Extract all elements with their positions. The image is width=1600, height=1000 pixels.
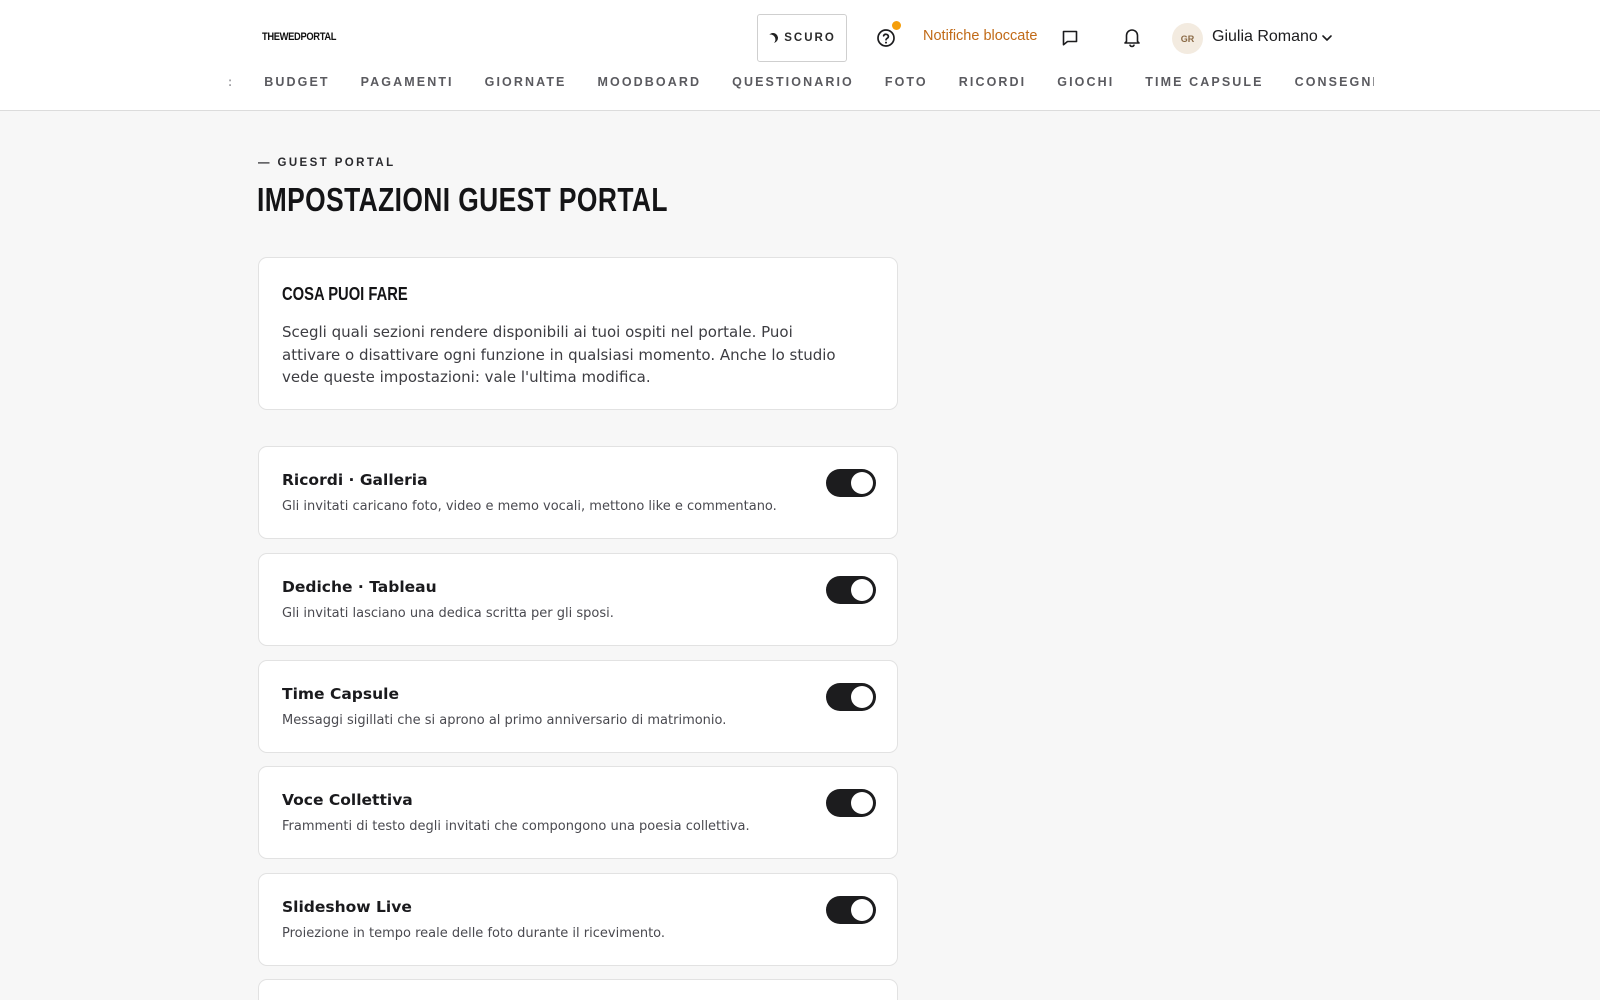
brand-logo[interactable]: THEWEDPORTAL: [262, 31, 337, 43]
feature-toggle-ricordi-galleria[interactable]: [826, 469, 876, 497]
toggle-knob: [851, 579, 873, 601]
chat-bubble-icon: [1062, 30, 1078, 46]
dark-mode-button[interactable]: SCURO: [757, 14, 847, 62]
toggle-knob: [851, 472, 873, 494]
main-nav: : BUDGET PAGAMENTI GIORNATE MOODBOARD QUESTIO…: [228, 75, 1374, 97]
chevron-down-icon[interactable]: [1320, 30, 1334, 49]
feature-title: Slideshow Live: [282, 898, 412, 916]
feature-title: Dediche · Tableau: [282, 578, 437, 596]
user-name[interactable]: Giulia Romano: [1212, 28, 1318, 46]
info-card-title: COSA PUOI FARE: [282, 284, 408, 304]
feature-toggle-voce-collettiva[interactable]: [826, 789, 876, 817]
page-title: IMPOSTAZIONI GUEST PORTAL: [257, 181, 668, 218]
nav-item-giornate[interactable]: GIORNATE: [485, 75, 567, 89]
feature-description: Gli invitati caricano foto, video e memo…: [282, 499, 777, 514]
dark-mode-label: SCURO: [784, 32, 836, 44]
page-eyebrow: — GUEST PORTAL: [258, 157, 396, 169]
feature-card-dediche-tableau: Dediche · Tableau Gli invitati lasciano …: [258, 553, 898, 646]
feature-card-partial: [258, 979, 898, 1000]
user-avatar[interactable]: GR: [1172, 23, 1203, 54]
top-header: THEWEDPORTAL SCURO Notifiche bloccate GR…: [0, 0, 1600, 111]
toggle-knob: [851, 792, 873, 814]
feature-toggle-slideshow-live[interactable]: [826, 896, 876, 924]
toggle-knob: [851, 899, 873, 921]
info-card-text: Scegli quali sezioni rendere disponibili…: [282, 323, 836, 386]
feature-description: Frammenti di testo degli invitati che co…: [282, 819, 750, 834]
nav-item-time-capsule[interactable]: TIME CAPSULE: [1145, 75, 1263, 89]
feature-toggle-time-capsule[interactable]: [826, 683, 876, 711]
feature-title: Ricordi · Galleria: [282, 471, 428, 489]
nav-item-budget[interactable]: BUDGET: [264, 75, 329, 89]
feature-description: Messaggi sigillati che si aprono al prim…: [282, 713, 727, 728]
moon-icon: [766, 31, 780, 45]
notifications-button[interactable]: [1117, 22, 1147, 52]
nav-item-ricordi[interactable]: RICORDI: [959, 75, 1026, 89]
feature-card-slideshow-live: Slideshow Live Proiezione in tempo reale…: [258, 873, 898, 966]
nav-item-pagamenti[interactable]: PAGAMENTI: [361, 75, 454, 89]
feature-title: Voce Collettiva: [282, 791, 413, 809]
nav-item-consegne[interactable]: CONSEGNE: [1295, 75, 1374, 89]
feature-card-ricordi-galleria: Ricordi · Galleria Gli invitati caricano…: [258, 446, 898, 539]
nav-item-scroll-left[interactable]: :: [228, 75, 234, 89]
messages-button[interactable]: [1055, 23, 1085, 53]
nav-item-questionario[interactable]: QUESTIONARIO: [732, 75, 854, 89]
help-button[interactable]: [871, 21, 901, 53]
help-circle-icon: [877, 29, 895, 47]
feature-card-voce-collettiva: Voce Collettiva Frammenti di testo degli…: [258, 766, 898, 859]
bell-icon: [1124, 29, 1140, 48]
notifications-blocked-link[interactable]: Notifiche bloccate: [923, 28, 1037, 44]
nav-item-moodboard[interactable]: MOODBOARD: [598, 75, 702, 89]
help-notification-dot: [892, 21, 901, 30]
nav-item-foto[interactable]: FOTO: [885, 75, 928, 89]
info-card: COSA PUOI FARE Scegli quali sezioni rend…: [258, 257, 898, 410]
feature-card-time-capsule: Time Capsule Messaggi sigillati che si a…: [258, 660, 898, 753]
feature-description: Proiezione in tempo reale delle foto dur…: [282, 926, 666, 941]
nav-item-giochi[interactable]: GIOCHI: [1057, 75, 1114, 89]
feature-toggle-dediche-tableau[interactable]: [826, 576, 876, 604]
toggle-knob: [851, 686, 873, 708]
feature-description: Gli invitati lasciano una dedica scritta…: [282, 606, 614, 621]
feature-title: Time Capsule: [282, 685, 399, 703]
